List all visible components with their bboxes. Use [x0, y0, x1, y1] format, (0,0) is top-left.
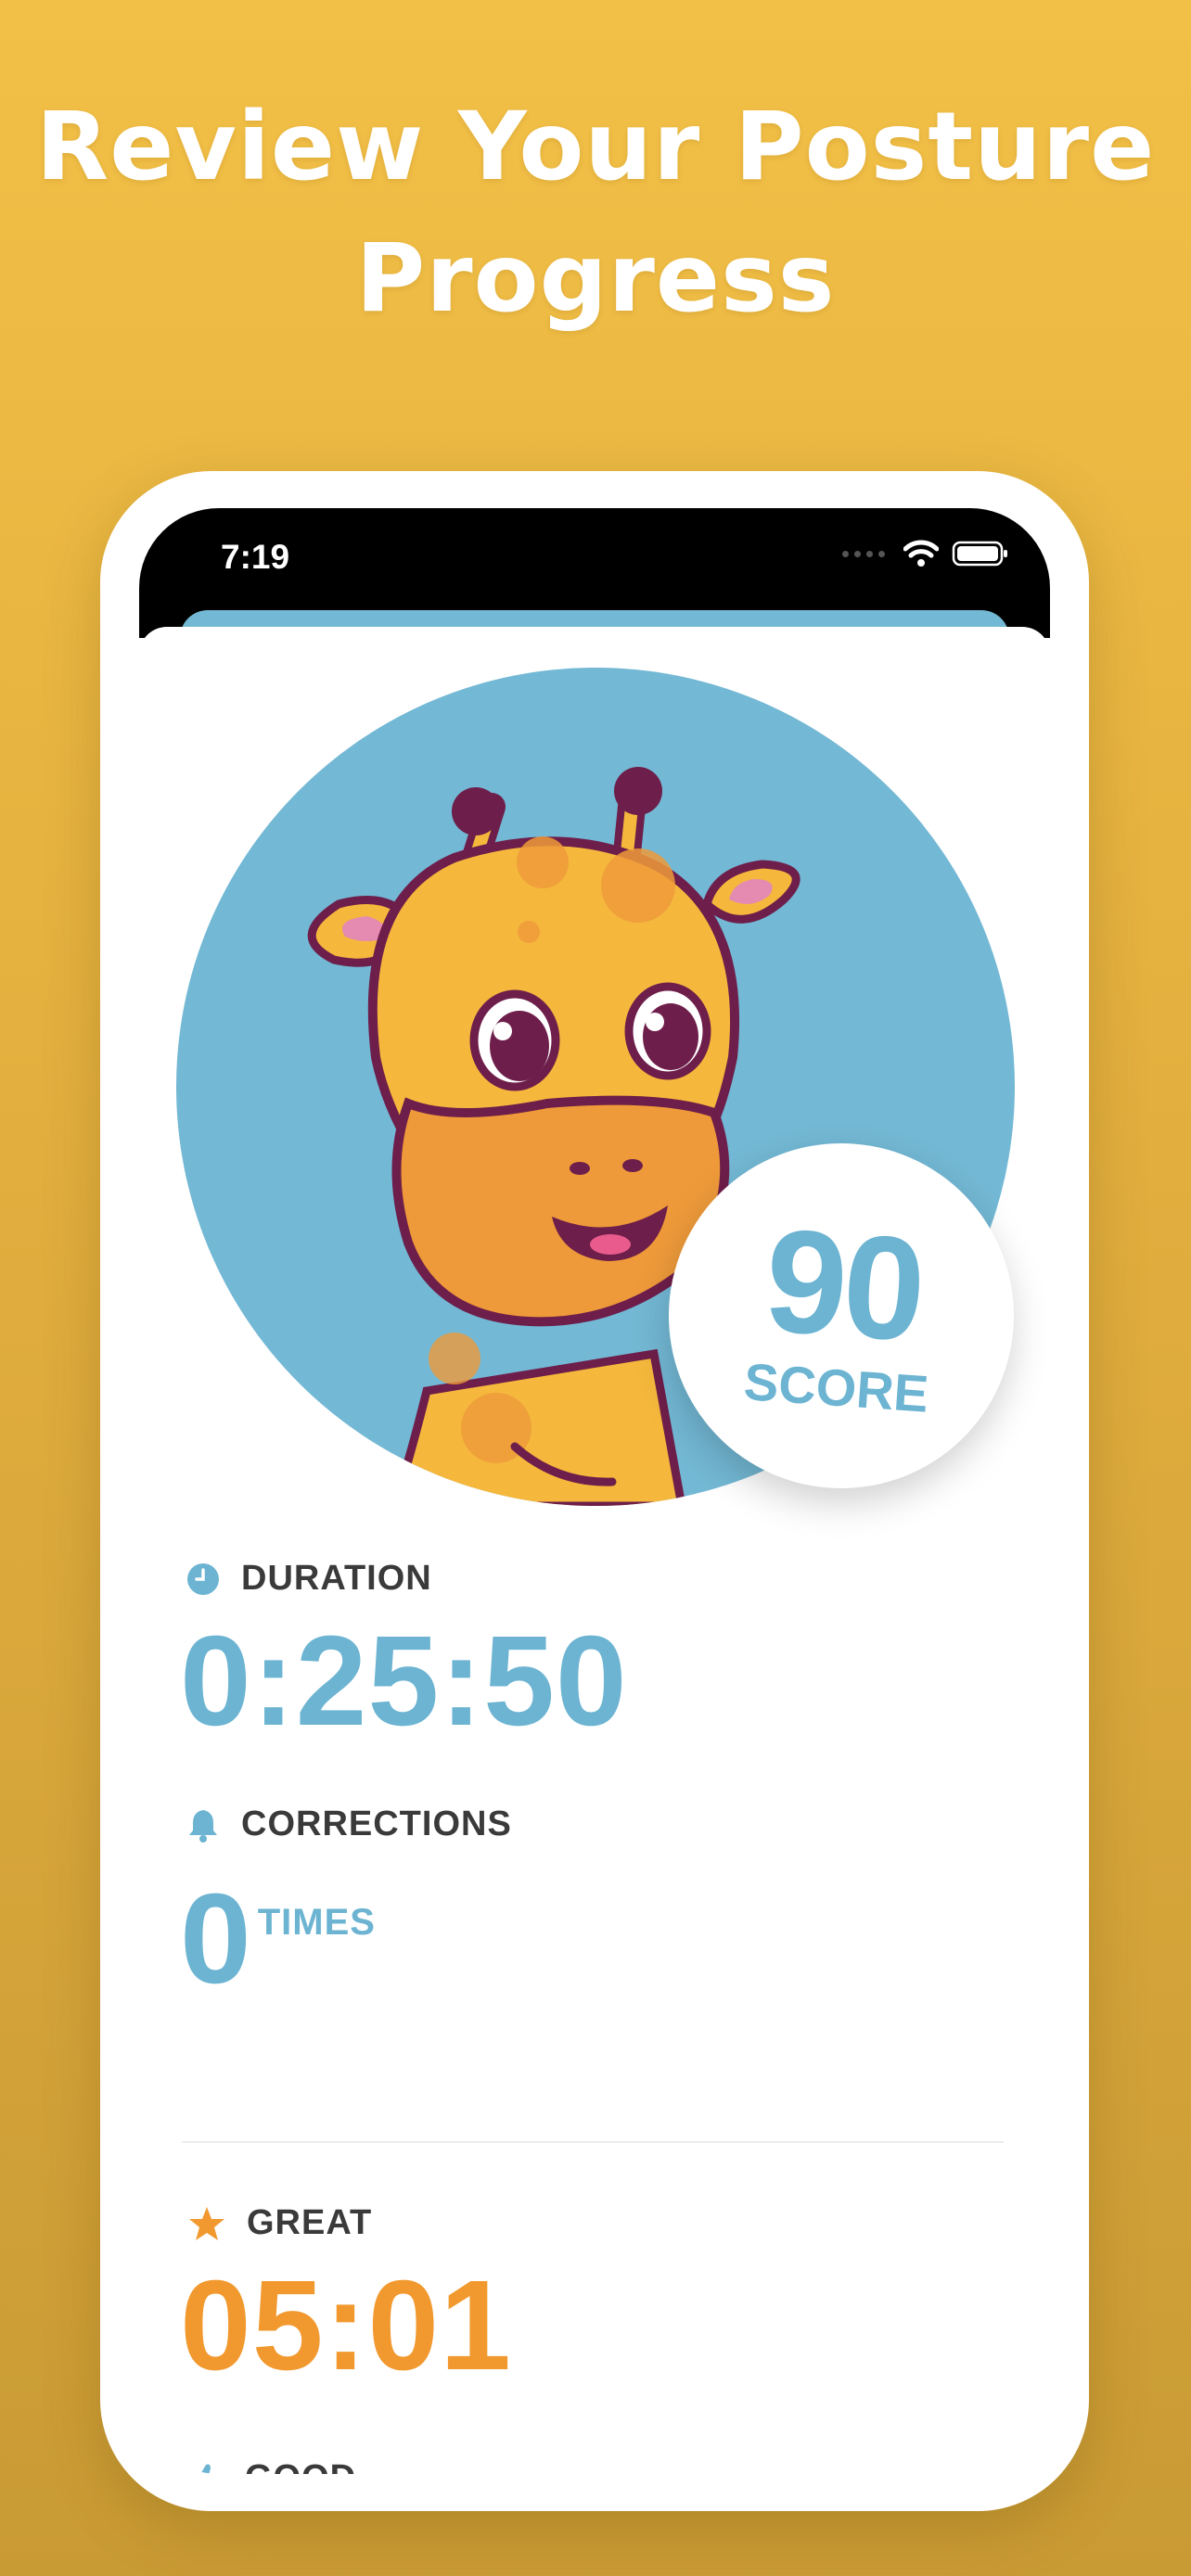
duration-label-row: DURATION	[186, 1559, 432, 1599]
corrections-label: CORRECTIONS	[241, 1804, 512, 1843]
status-icons	[842, 540, 1009, 567]
good-label-row: GOOD	[187, 2458, 356, 2474]
score-value: 90	[760, 1198, 928, 1372]
status-time: 7:19	[221, 538, 290, 576]
duration-value: 0:25:50	[180, 1610, 628, 1753]
corrections-label-row: CORRECTIONS	[186, 1804, 512, 1844]
signal-dots-icon	[842, 550, 885, 557]
corrections-unit: TIMES	[257, 1902, 376, 1943]
headline: Review Your Posture Progress	[0, 82, 1191, 345]
great-value: 05:01	[180, 2254, 512, 2397]
corrections-value-row: 0 TIMES	[180, 1853, 376, 2009]
good-label: GOOD	[245, 2458, 356, 2474]
thumbs-up-icon	[199, 2464, 211, 2474]
section-divider	[182, 2141, 1004, 2143]
star-icon	[189, 2206, 224, 2240]
great-label: GREAT	[247, 2203, 373, 2242]
great-label-row: GREAT	[187, 2203, 372, 2243]
phone-frame: 7:19 90 SCORE DURATION 0:25:50 CORRECTIO…	[100, 471, 1089, 2511]
score-label: SCORE	[742, 1351, 931, 1423]
headline-line-2: Progress	[355, 223, 836, 334]
session-summary-sheet: 90 SCORE DURATION 0:25:50 CORRECTIONS 0 …	[139, 627, 1050, 2474]
corrections-value: 0	[180, 1868, 252, 2010]
duration-label: DURATION	[241, 1559, 432, 1598]
wifi-icon	[903, 540, 939, 567]
clock-icon	[187, 1562, 219, 1595]
bell-icon	[189, 1809, 217, 1843]
headline-line-1: Review Your Posture	[35, 92, 1156, 202]
battery-icon	[952, 541, 1007, 567]
phone-screen: 7:19 90 SCORE DURATION 0:25:50 CORRECTIO…	[139, 508, 1050, 2474]
